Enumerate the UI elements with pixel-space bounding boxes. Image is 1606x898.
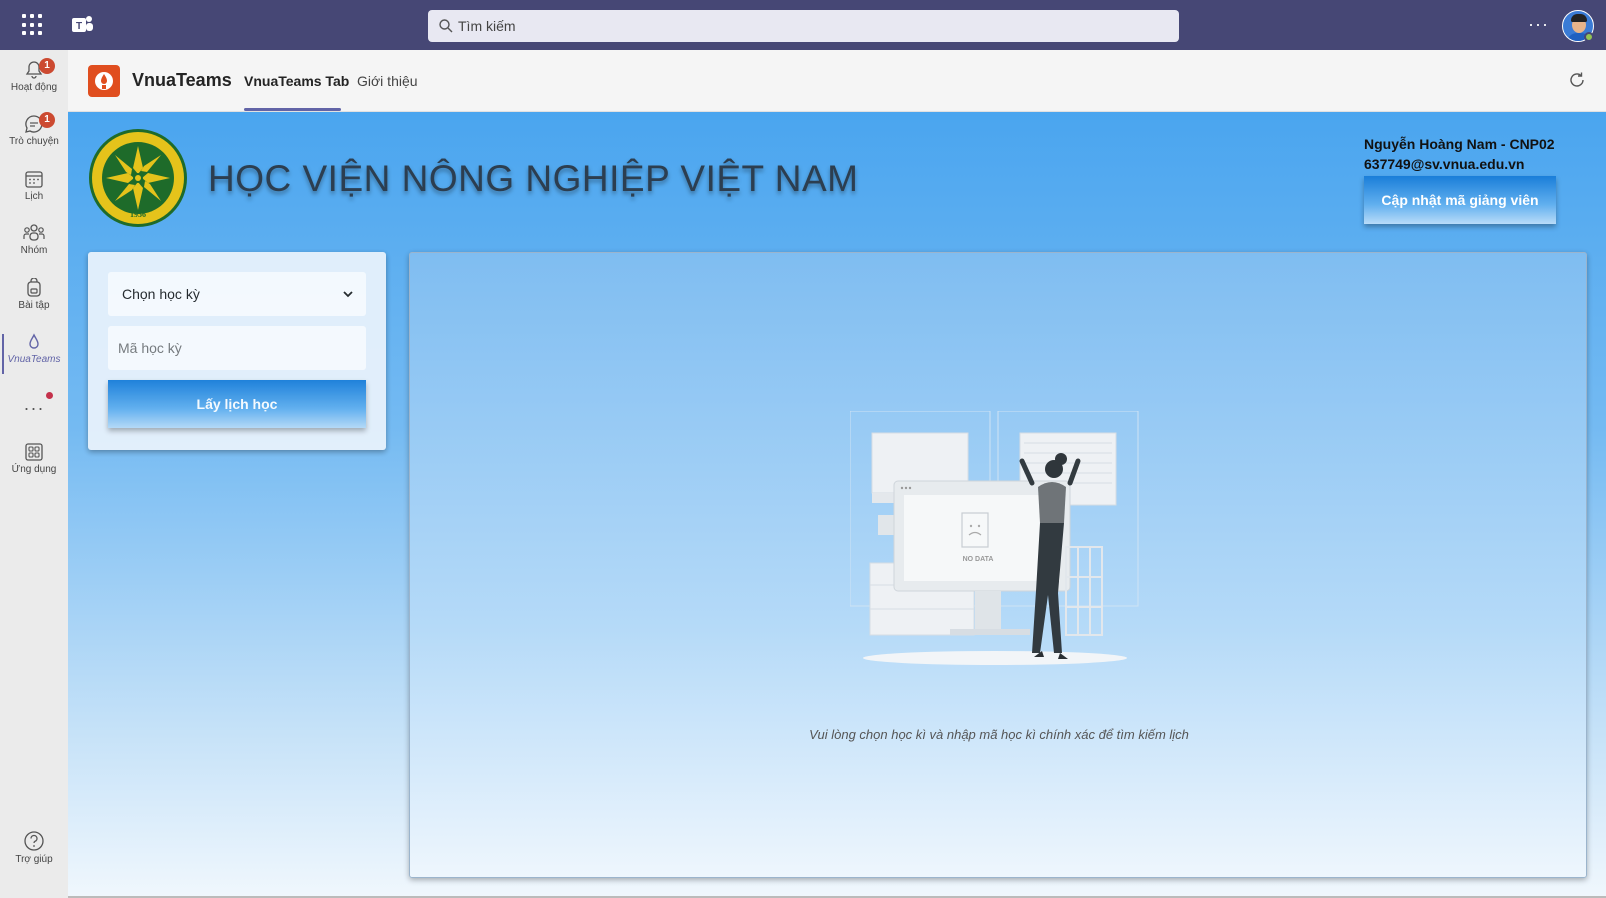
apps-grid-icon bbox=[25, 443, 43, 461]
rail-label-assignments: Bài tập bbox=[18, 300, 50, 311]
more-apps-icon[interactable]: ··· bbox=[0, 398, 68, 419]
university-seal-logo: 1956 bbox=[89, 129, 187, 227]
rail-item-activity[interactable]: Hoạt động 1 bbox=[0, 54, 68, 108]
active-tab-underline bbox=[244, 108, 341, 111]
no-data-label: NO DATA bbox=[963, 556, 994, 563]
rail-item-apps[interactable]: Ứng dụng bbox=[0, 436, 68, 490]
rail-item-assignments[interactable]: Bài tập bbox=[0, 272, 68, 326]
backpack-icon bbox=[27, 278, 41, 297]
tab-about[interactable]: Giới thiệu bbox=[357, 73, 418, 89]
semester-select-value: Chọn học kỳ bbox=[122, 286, 200, 302]
more-options-icon[interactable]: ··· bbox=[1528, 14, 1549, 35]
rail-label-teams: Nhóm bbox=[20, 245, 48, 256]
rail-item-vnuateams[interactable]: VnuaTeams bbox=[0, 326, 68, 380]
app-drop-icon bbox=[29, 333, 39, 349]
rail-item-teams[interactable]: Nhóm bbox=[0, 217, 68, 271]
fetch-schedule-button[interactable]: Lấy lịch học bbox=[108, 380, 366, 428]
rail-item-chat[interactable]: Trò chuyện 1 bbox=[0, 108, 68, 162]
search-bar[interactable]: Tìm kiếm bbox=[428, 10, 1179, 42]
search-placeholder: Tìm kiếm bbox=[458, 18, 516, 34]
notification-badge: 1 bbox=[39, 58, 55, 74]
school-name-title: HỌC VIỆN NÔNG NGHIỆP VIỆT NAM bbox=[208, 158, 859, 199]
user-name: Nguyễn Hoàng Nam - CNP02 bbox=[1364, 136, 1555, 152]
rail-label-activity: Hoạt động bbox=[10, 82, 58, 93]
svg-text:T: T bbox=[76, 21, 82, 32]
rail-item-help[interactable]: Trợ giúp bbox=[0, 824, 68, 878]
refresh-icon[interactable] bbox=[1567, 70, 1587, 90]
calendar-icon bbox=[25, 171, 43, 188]
app-name: VnuaTeams bbox=[132, 70, 232, 90]
seal-year: 1956 bbox=[130, 210, 146, 219]
semester-code-input[interactable] bbox=[108, 326, 366, 370]
presence-status-icon bbox=[1584, 32, 1594, 42]
main-content: 1956 HỌC VIỆN NÔNG NGHIỆP VIỆT NAM Nguyễ… bbox=[68, 112, 1606, 898]
rail-label-vnuateams: VnuaTeams bbox=[7, 354, 61, 365]
schedule-result-panel: NO DATA Vui lòng chọn học kì và nhập mã … bbox=[409, 252, 1587, 878]
left-rail: Hoạt động 1 Trò chuyện 1 Lịch Nhóm Bài t… bbox=[0, 50, 68, 898]
rail-item-calendar[interactable]: Lịch bbox=[0, 163, 68, 217]
search-form-panel: Chọn học kỳ Lấy lịch học bbox=[88, 252, 386, 450]
teams-icon bbox=[23, 224, 45, 241]
vnuateams-app-icon bbox=[88, 65, 120, 97]
active-indicator bbox=[2, 334, 4, 374]
no-data-illustration: NO DATA bbox=[850, 411, 1139, 665]
update-lecturer-code-button[interactable]: Cập nhật mã giảng viên bbox=[1364, 176, 1556, 224]
top-bar: T Tìm kiếm ··· bbox=[0, 0, 1606, 50]
rail-label-chat: Trò chuyện bbox=[9, 136, 59, 147]
rail-label-apps: Ứng dụng bbox=[11, 464, 57, 475]
notification-badge: 1 bbox=[39, 112, 55, 128]
tab-vnuateams[interactable]: VnuaTeams Tab bbox=[244, 73, 349, 89]
search-icon bbox=[439, 19, 453, 33]
help-icon bbox=[24, 831, 44, 851]
semester-select[interactable]: Chọn học kỳ bbox=[108, 272, 366, 316]
chevron-down-icon bbox=[343, 291, 353, 298]
rail-label-help: Trợ giúp bbox=[15, 854, 53, 865]
app-launcher-icon[interactable] bbox=[22, 14, 44, 36]
empty-state-message: Vui lòng chọn học kì và nhập mã học kì c… bbox=[809, 727, 1189, 742]
app-header: VnuaTeams VnuaTeams Tab Giới thiệu bbox=[68, 50, 1606, 112]
user-email: 637749@sv.vnua.edu.vn bbox=[1364, 156, 1525, 172]
rail-label-calendar: Lịch bbox=[24, 191, 44, 202]
teams-logo-icon: T bbox=[72, 16, 93, 32]
